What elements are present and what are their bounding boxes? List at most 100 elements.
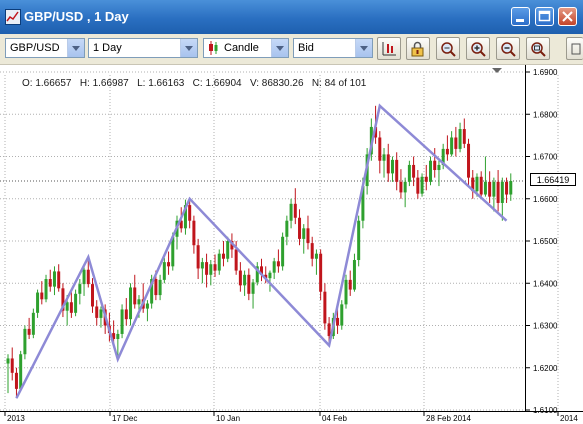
candle-body xyxy=(433,160,437,171)
candle-body xyxy=(496,181,500,203)
candle-body xyxy=(437,164,441,171)
symbol-select[interactable]: GBP/USD xyxy=(5,38,85,58)
candle-body xyxy=(281,236,285,267)
candle-body xyxy=(285,220,289,237)
candle-body xyxy=(14,372,18,389)
candle-body xyxy=(78,284,82,294)
candle-body xyxy=(298,217,302,239)
candle-body xyxy=(467,143,471,178)
candle-body xyxy=(234,249,238,271)
bar-chart-button[interactable] xyxy=(377,37,401,60)
y-tick-label: 1.6800 xyxy=(533,110,558,119)
candle-body xyxy=(403,181,407,193)
maximize-button[interactable] xyxy=(535,7,554,26)
x-tick-label: 2014 xyxy=(560,414,578,423)
lock-button[interactable] xyxy=(406,37,430,60)
zoom-reset-button[interactable] xyxy=(526,37,550,60)
more-icon xyxy=(571,43,581,55)
candle-body xyxy=(137,299,141,305)
candle-body xyxy=(154,279,158,296)
chevron-down-icon[interactable] xyxy=(355,39,372,57)
y-tick-label: 1.6400 xyxy=(533,279,558,288)
candle-body xyxy=(340,304,344,326)
candle-body xyxy=(247,274,251,294)
chart-type-select[interactable]: Candle xyxy=(203,38,289,58)
candle-body xyxy=(158,279,162,296)
window-title: GBP/USD , 1 Day xyxy=(24,9,129,24)
y-tick-label: 1.6900 xyxy=(533,68,558,77)
candle-body xyxy=(238,270,242,286)
y-tick-label: 1.6600 xyxy=(533,195,558,204)
price-side-select[interactable]: Bid xyxy=(293,38,373,58)
candle-body xyxy=(162,262,166,280)
minimize-button[interactable] xyxy=(511,7,530,26)
candle-body xyxy=(19,354,23,389)
chevron-down-icon[interactable] xyxy=(271,39,288,57)
candle-body xyxy=(48,279,52,287)
candle-icon xyxy=(209,41,218,56)
candle-body xyxy=(213,264,217,271)
period-select[interactable]: 1 Day xyxy=(88,38,198,58)
candle-body xyxy=(450,137,454,155)
more-button[interactable] xyxy=(566,37,583,60)
candle-body xyxy=(95,306,99,318)
candle-body xyxy=(86,269,90,285)
chevron-down-icon[interactable] xyxy=(180,39,197,57)
candle-body xyxy=(27,328,31,335)
candle-body xyxy=(200,262,204,269)
candle-body xyxy=(382,154,386,161)
candle-body xyxy=(82,269,86,285)
candle-body xyxy=(462,129,466,144)
candle-body xyxy=(65,302,69,311)
title-bar: GBP/USD , 1 Day xyxy=(0,0,583,34)
candle-body xyxy=(145,303,149,309)
candle-body xyxy=(483,181,487,195)
candle-body xyxy=(226,241,230,259)
candle-body xyxy=(116,333,120,340)
zoom-out-icon xyxy=(501,42,516,57)
candle-body xyxy=(188,205,192,221)
y-tick-label: 1.6100 xyxy=(533,406,558,415)
chart-app-icon xyxy=(5,9,21,25)
candle-body xyxy=(488,181,492,197)
candle-body xyxy=(40,292,44,300)
zoom-out-button[interactable] xyxy=(496,37,520,60)
candle-body xyxy=(10,358,14,373)
zoom-in-button[interactable] xyxy=(466,37,490,60)
candle-body xyxy=(276,261,280,267)
candle-body xyxy=(74,293,78,313)
candle-body xyxy=(289,203,293,221)
close-button[interactable] xyxy=(558,7,577,26)
candle-body xyxy=(57,271,61,289)
candle-body xyxy=(23,328,27,355)
candle-body xyxy=(293,203,297,218)
candle-body xyxy=(44,279,48,300)
candle-body xyxy=(352,260,356,290)
candle-body xyxy=(251,282,255,294)
price-side-value: Bid xyxy=(298,42,314,54)
candle-body xyxy=(302,228,306,239)
candle-body xyxy=(420,176,424,194)
candle-body xyxy=(217,253,221,271)
candle-body xyxy=(509,181,513,195)
chevron-down-icon[interactable] xyxy=(67,39,84,57)
candle-body xyxy=(209,264,213,275)
candle-body xyxy=(243,274,247,286)
candle-body xyxy=(475,176,479,192)
period-value: 1 Day xyxy=(93,42,122,54)
candle-body xyxy=(327,323,331,337)
candle-body xyxy=(120,309,124,334)
candle-body xyxy=(445,148,449,155)
candle-body xyxy=(412,164,416,178)
x-tick-label: 04 Feb xyxy=(322,414,347,423)
candle-body xyxy=(319,253,323,292)
candle-body xyxy=(479,176,483,195)
y-tick-label: 1.6300 xyxy=(533,322,558,331)
ohlc-readout: O: 1.66657 H: 1.66987 L: 1.66163 C: 1.66… xyxy=(22,78,367,89)
candle-body xyxy=(133,287,137,305)
zoom-fit-button[interactable] xyxy=(436,37,460,60)
candle-body xyxy=(124,309,128,320)
price-chart[interactable]: 1.6900 1.6800 1.6700 1.6600 1.6500 1.6400 1.63… xyxy=(0,65,583,424)
candle-body xyxy=(407,164,411,182)
bar-chart-icon xyxy=(382,42,396,56)
